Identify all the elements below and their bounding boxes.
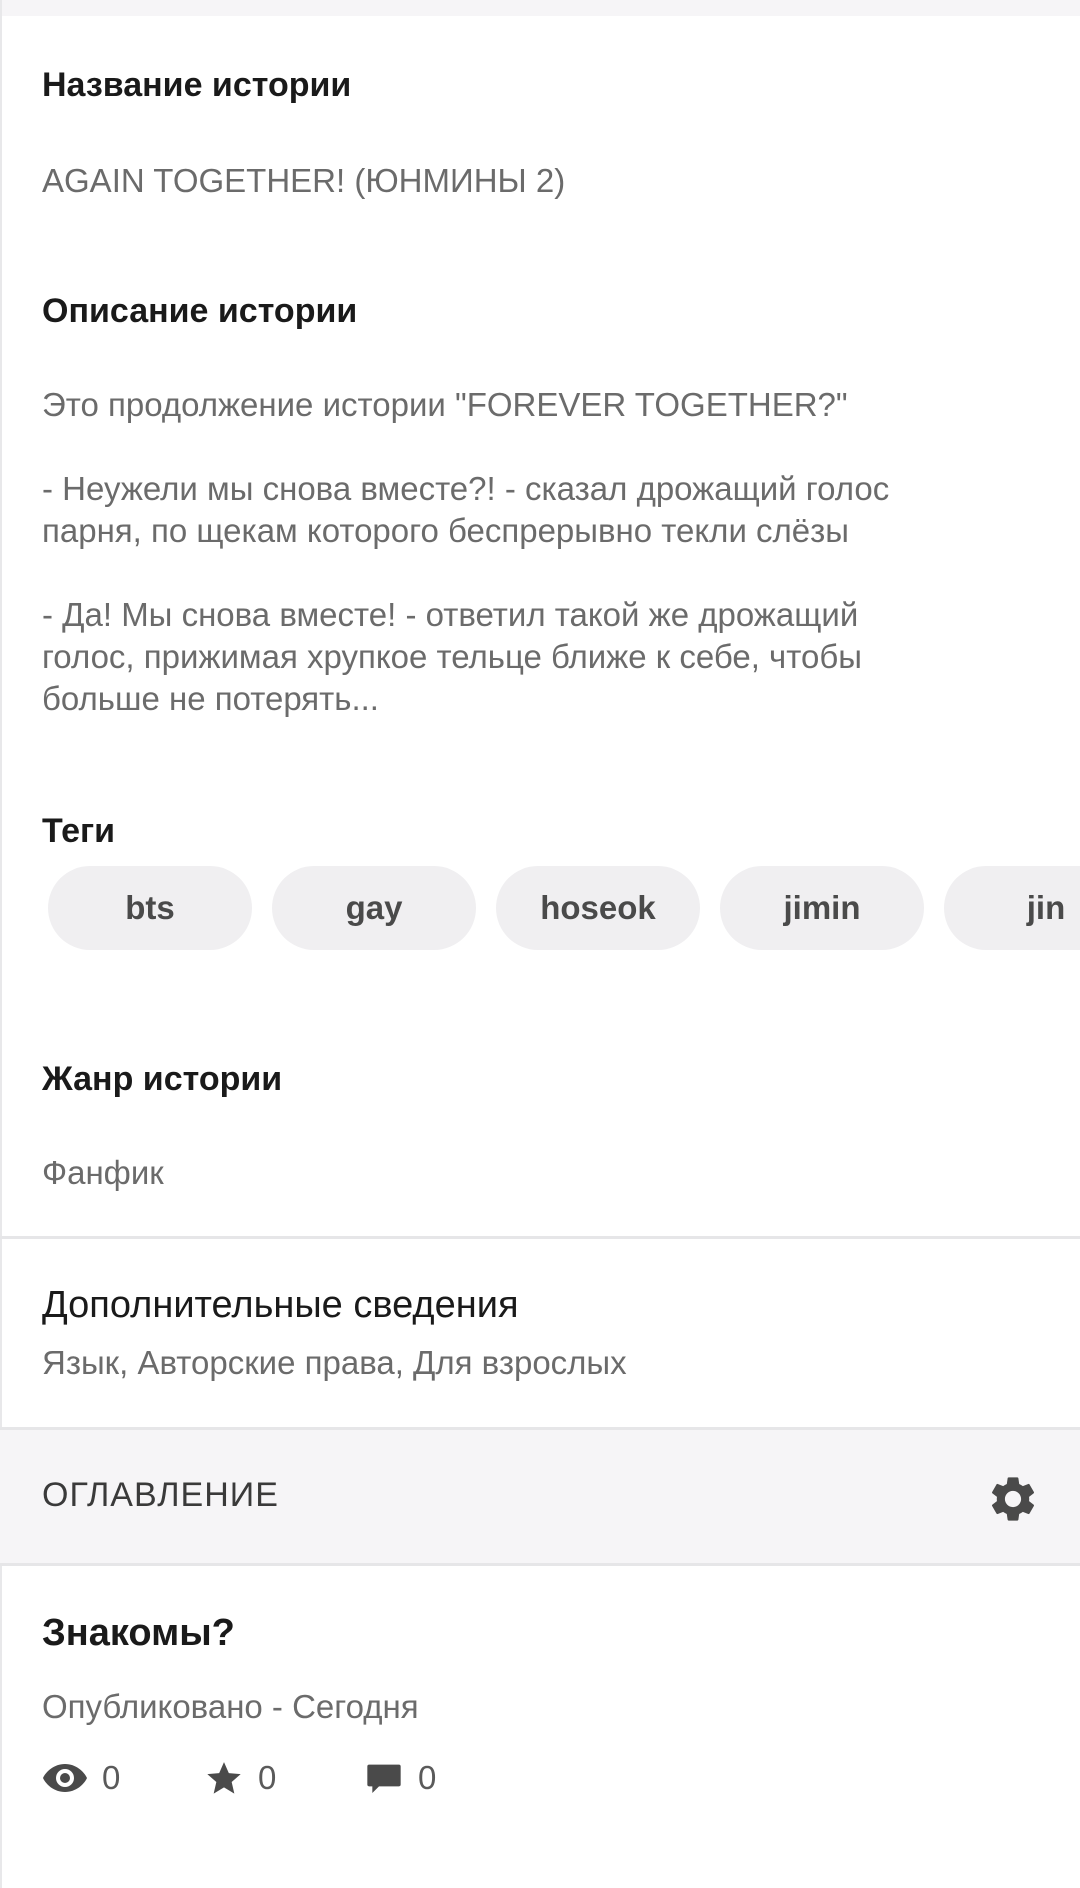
votes-count: 0 bbox=[258, 1759, 277, 1796]
tags-list[interactable]: bts gay hoseok jimin jin bbox=[48, 866, 1080, 950]
description-paragraph: Это продолжение истории "FOREVER TOGETHE… bbox=[42, 386, 848, 423]
divider bbox=[0, 1236, 1080, 1239]
genre-value: Фанфик bbox=[42, 1154, 164, 1191]
votes-stat: 0 bbox=[204, 1756, 276, 1800]
toc-label: ОГЛАВЛЕНИЕ bbox=[42, 1476, 279, 1514]
star-icon bbox=[204, 1758, 244, 1798]
genre-label: Жанр истории bbox=[42, 1060, 283, 1098]
description-paragraph: - Да! Мы снова вместе! - ответил такой ж… bbox=[42, 596, 862, 717]
chapter-title: Знакомы? bbox=[42, 1612, 235, 1654]
description-paragraph: - Неужели мы снова вместе?! - сказал дро… bbox=[42, 470, 890, 549]
description-label: Описание истории bbox=[42, 292, 358, 330]
tag-chip[interactable]: gay bbox=[272, 866, 476, 950]
comments-stat: 0 bbox=[364, 1756, 436, 1800]
comments-count: 0 bbox=[418, 1759, 437, 1796]
tag-chip[interactable]: hoseok bbox=[496, 866, 700, 950]
views-stat: 0 bbox=[42, 1756, 120, 1800]
comment-icon bbox=[364, 1758, 404, 1798]
extra-info-title: Дополнительные сведения bbox=[42, 1284, 519, 1326]
tags-label: Теги bbox=[42, 812, 116, 850]
gear-icon[interactable] bbox=[986, 1472, 1040, 1526]
toc-header: ОГЛАВЛЕНИЕ bbox=[0, 1430, 1080, 1564]
tag-chip[interactable]: jin bbox=[944, 866, 1080, 950]
views-count: 0 bbox=[102, 1759, 121, 1796]
divider bbox=[0, 1563, 1080, 1566]
tag-chip[interactable]: jimin bbox=[720, 866, 924, 950]
title-label: Название истории bbox=[42, 66, 352, 104]
extra-info-subtitle: Язык, Авторские права, Для взрослых bbox=[42, 1344, 627, 1381]
tag-chip[interactable]: bts bbox=[48, 866, 252, 950]
eye-icon bbox=[42, 1762, 88, 1794]
chapter-published: Опубликовано - Сегодня bbox=[42, 1688, 419, 1725]
story-title: AGAIN TOGETHER! (ЮНМИНЫ 2) bbox=[42, 162, 566, 199]
left-edge bbox=[0, 0, 2, 1888]
top-strip bbox=[0, 0, 1080, 16]
story-details-page: Название истории AGAIN TOGETHER! (ЮНМИНЫ… bbox=[0, 0, 1080, 1888]
